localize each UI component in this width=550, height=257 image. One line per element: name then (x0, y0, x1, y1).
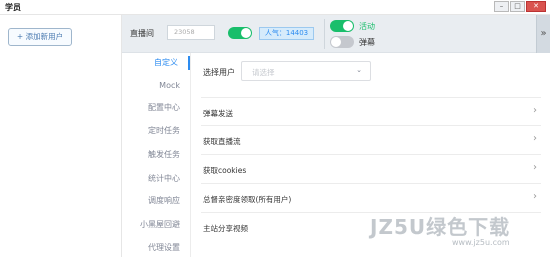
window-title: 学员 (5, 3, 21, 12)
chevron-right-icon: › (533, 133, 537, 144)
room-connect-toggle[interactable] (228, 27, 252, 39)
menu-item-blackroom[interactable]: 小黑屋回避 (122, 218, 190, 232)
action-row-get-stream[interactable]: 获取直播流 › (201, 125, 541, 153)
row-label: 主站分享视频 (203, 224, 248, 233)
chevron-right-icon: › (533, 105, 537, 116)
menu-item-trigger-tasks[interactable]: 触发任务 (122, 148, 190, 162)
activity-label: 活动 (359, 22, 375, 31)
toggle-knob (241, 28, 251, 38)
menu-item-mock[interactable]: Mock (122, 79, 190, 93)
chevron-down-icon: ⌄ (356, 66, 362, 74)
window-controls: – □ ✕ (494, 1, 546, 12)
side-menu: 自定义 Mock 配置中心 定时任务 触发任务 统计中心 调度响应 小黑屋回避 … (122, 53, 190, 257)
select-placeholder: 请选择 (252, 68, 275, 77)
row-label: 获取cookies (203, 166, 247, 175)
user-select[interactable]: 请选择 ⌄ (241, 61, 371, 81)
action-row-get-cookies[interactable]: 获取cookies › (201, 154, 541, 182)
toggle-knob (331, 37, 341, 47)
menu-item-config[interactable]: 配置中心 (122, 101, 190, 115)
select-user-label: 选择用户 (203, 68, 235, 77)
menu-item-stats[interactable]: 统计中心 (122, 172, 190, 186)
menu-item-scheduled-tasks[interactable]: 定时任务 (122, 124, 190, 138)
popularity-badge: 人气：14403 (259, 27, 314, 40)
danmaku-label: 弹幕 (359, 38, 375, 47)
row-label: 总督亲密度领取(所有用户) (203, 195, 292, 204)
activity-toggle[interactable] (330, 20, 354, 32)
menu-item-dispatch[interactable]: 调度响应 (122, 194, 190, 208)
row-label: 弹幕发送 (203, 109, 233, 118)
toggle-knob (343, 21, 353, 31)
chevron-right-icon: › (533, 191, 537, 202)
menu-item-custom[interactable]: 自定义 (122, 56, 190, 70)
danmaku-toggle[interactable] (330, 36, 354, 48)
chevron-right-icon: › (533, 162, 537, 173)
close-button[interactable]: ✕ (526, 1, 546, 12)
room-id-input[interactable]: 23058 (167, 25, 215, 40)
toolbar-divider (324, 19, 325, 49)
action-row-send-danmaku[interactable]: 弹幕发送 › (201, 97, 541, 125)
action-row-governor-intimacy[interactable]: 总督亲密度领取(所有用户) › (201, 183, 541, 211)
row-label: 获取直播流 (203, 137, 241, 146)
user-panel: + 添加新用户 (0, 15, 122, 257)
maximize-button[interactable]: □ (510, 1, 525, 12)
title-bar: 学员 – □ ✕ (0, 0, 550, 15)
minimize-button[interactable]: – (494, 1, 509, 12)
add-user-button[interactable]: + 添加新用户 (8, 28, 72, 46)
watermark-url: www.jz5u.com (452, 238, 510, 247)
menu-item-proxy[interactable]: 代理设置 (122, 241, 190, 255)
watermark-logo: JZ5U绿色下载 (370, 215, 511, 239)
room-label: 直播间 (130, 29, 154, 38)
collapse-arrow-icon[interactable]: » (536, 15, 550, 53)
room-toolbar: 直播间 23058 人气：14403 活动 弹幕 » (122, 15, 550, 53)
